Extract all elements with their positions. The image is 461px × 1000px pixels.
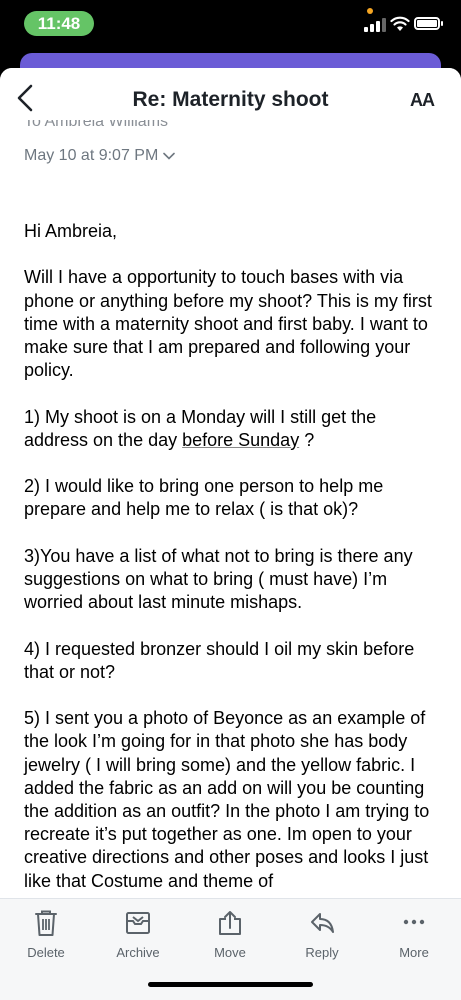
body-paragraph-1: Will I have a opportunity to touch bases… xyxy=(24,267,432,381)
email-sheet: Re: Maternity shoot AA To Ambreia Willia… xyxy=(0,68,461,1000)
text-size-button[interactable]: AA xyxy=(410,90,435,111)
body-paragraph-2: 1) My shoot is on a Monday will I still … xyxy=(24,406,444,452)
wifi-icon xyxy=(390,16,410,31)
battery-cap xyxy=(441,21,443,26)
date-row[interactable]: May 10 at 9:07 PM xyxy=(24,147,176,165)
recipient-line: To Ambreia Williams xyxy=(24,120,168,132)
action-toolbar: Delete Archive Move Reply More xyxy=(0,898,461,1000)
chevron-down-icon xyxy=(163,152,176,160)
more-label: More xyxy=(399,945,429,960)
p2-end: ? xyxy=(299,429,315,450)
delete-label: Delete xyxy=(27,945,65,960)
delete-button[interactable]: Delete xyxy=(11,909,81,960)
privacy-indicator-dot xyxy=(367,8,373,14)
archive-label: Archive xyxy=(116,945,160,960)
email-body: Hi Ambreia, Will I have a opportunity to… xyxy=(24,220,444,916)
home-indicator[interactable] xyxy=(148,982,313,987)
status-bar: 11:48 xyxy=(0,0,461,48)
battery-icon xyxy=(414,17,440,30)
archive-button[interactable]: Archive xyxy=(103,909,173,960)
move-button[interactable]: Move xyxy=(195,909,265,960)
text-size-label: AA xyxy=(410,90,435,110)
more-button[interactable]: More xyxy=(379,909,449,960)
trash-icon xyxy=(35,910,57,936)
date-link[interactable]: before Sunday xyxy=(182,430,299,450)
recipient-text: To Ambreia Williams xyxy=(24,120,169,130)
more-dots-icon xyxy=(403,919,425,925)
body-paragraph-5: 4) I requested bronzer should I oil my s… xyxy=(24,638,415,682)
move-label: Move xyxy=(214,945,246,960)
body-paragraph-4: 3)You have a list of what not to bring i… xyxy=(24,545,413,613)
reply-button[interactable]: Reply xyxy=(287,909,357,960)
greeting: Hi Ambreia, xyxy=(24,221,118,241)
reply-icon xyxy=(311,913,334,933)
email-subject-title: Re: Maternity shoot xyxy=(132,88,329,111)
body-paragraph-6: 5) I sent you a photo of Beyonce as an e… xyxy=(24,708,430,891)
sent-date: May 10 at 9:07 PM xyxy=(24,147,159,164)
status-time: 11:48 xyxy=(24,11,94,36)
back-chevron-icon[interactable] xyxy=(14,82,38,114)
archive-icon xyxy=(126,912,150,934)
reply-label: Reply xyxy=(305,945,339,960)
body-paragraph-3: 2) I would like to bring one person to h… xyxy=(24,476,384,520)
move-icon xyxy=(219,911,241,935)
cellular-signal-icon xyxy=(364,18,386,32)
